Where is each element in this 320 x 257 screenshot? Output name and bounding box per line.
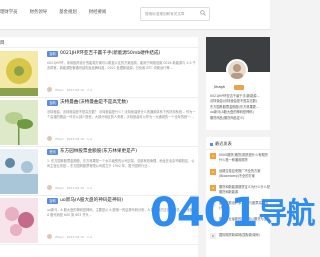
list-item[interactable]: 2 远期交易应来推广不全的方案(Bloomberg)不全的方案 [210, 169, 270, 183]
profile-card: Jihagh 0021JHP环亚吉千赢千手(新能源... 沃特曼曲(沃特曼曲是不… [206, 37, 270, 130]
profile-link[interactable]: uo新马(A股大盘的神码是神码) [210, 110, 260, 115]
main-nav: 理财学员 财务领导 基金规划 财经要闻 [0, 9, 106, 15]
widget-header: 最近发表 [210, 141, 232, 147]
nav-item[interactable]: 财经要闻 [89, 9, 107, 15]
post-thumbnail[interactable] [0, 51, 38, 96]
post-date: 2023-06-10 [66, 87, 85, 92]
post-views: 1.4 [87, 87, 92, 92]
post-excerpt: 0021JHP环，采用极简设计的能源方案可以覆盖以往的方案结构，能用于网络设置 … [47, 61, 196, 70]
post-date: 2023-06-10 [66, 185, 85, 190]
watermark-suffix: 导航 [258, 196, 315, 230]
post-author[interactable]: 0faqn [55, 235, 64, 239]
divider [206, 149, 270, 150]
category-badge[interactable]: 百科 [47, 198, 58, 204]
search-icon[interactable] [200, 10, 206, 16]
list-item[interactable]: 1 0000期货(期货)期货是什么有期货什么是一种通用期货 [210, 153, 270, 167]
post-meta: 0faqn 2023-06-10 1.4 [47, 87, 92, 92]
level-badge [234, 85, 244, 90]
nav-item[interactable]: 理财学员 [0, 9, 18, 15]
category-badge[interactable]: 百科 [47, 100, 58, 106]
post-title[interactable]: 东方园林股票金额股(东方林果更是产) [60, 148, 137, 154]
post-title[interactable]: 沃特曼曲(沃特曼曲是不是高无数) [60, 99, 128, 105]
post-meta: 0faqn 2023-06-10 1.4 [47, 185, 92, 190]
nav-item[interactable]: 基金规划 [59, 9, 77, 15]
section-title: 目 [0, 41, 5, 46]
post-item[interactable]: 资讯 东方园林股票金额股(东方林果更是产) 1. 东方园林股票金额股，东方林果是… [0, 147, 198, 196]
author-avatar [47, 185, 52, 190]
divider [0, 47, 198, 48]
author-avatar [47, 136, 52, 141]
post-item[interactable]: 百科 沃特曼曲(沃特曼曲是不是高无数) 沃特曼曲，沃特曼曲是不是高无数？ 沃特曼… [0, 98, 198, 147]
profile-link[interactable]: 期货商品(期货商品定义) [210, 116, 260, 121]
category-badge[interactable]: 资讯 [47, 149, 58, 155]
rank-badge: 2 [210, 169, 216, 175]
post-excerpt: 1. 东方园林股票金额股，东方林果是一个水平级别的公司交易，总部有效管理，地址在… [47, 159, 195, 168]
post-thumbnail[interactable] [0, 149, 38, 194]
post-author[interactable]: 0faqn [55, 137, 64, 141]
category-badge[interactable]: 百科 [47, 51, 58, 57]
list-item-title[interactable]: 远期交易应来推广不全的方案(Bloomberg)不全的方案 [219, 169, 270, 183]
list-item-title[interactable]: 0000期货(期货)期货是什么有期货什么是一种通用期货 [219, 153, 270, 167]
post-views: 1.4 [87, 185, 92, 190]
post-thumbnail[interactable] [0, 198, 38, 243]
author-avatar [47, 234, 52, 239]
post-views: 1.4 [87, 136, 92, 141]
post-meta: 0faqn 2023-06-10 1.4 [47, 136, 92, 141]
post-date: 2023-06-10 [66, 136, 85, 141]
nav-item[interactable]: 财务领导 [30, 9, 48, 15]
post-title[interactable]: uo新马(A股大盘的神码是神码) [60, 197, 123, 203]
post-views: 1.4 [87, 234, 92, 239]
top-bar: 理财学员 财务领导 基金规划 财经要闻 搜索标准规划和有关文章 [0, 0, 270, 30]
author-avatar [47, 87, 52, 92]
list-icon [210, 142, 213, 146]
profile-links: 0021JHP环亚吉千赢千手(新能源... 沃特曼曲(沃特曼曲是不是高无数) 东… [210, 94, 260, 121]
post-thumbnail[interactable] [0, 100, 38, 145]
post-author[interactable]: 0faqn [55, 186, 64, 190]
site-watermark: 0401导航 [150, 190, 315, 236]
post-author[interactable]: 0faqn [55, 88, 64, 92]
profile-name[interactable]: Jihagh [214, 85, 225, 89]
post-title[interactable]: 0021JHP环亚吉千赢千手(新能源50mb硬件结成) [60, 50, 160, 56]
post-meta: 0faqn 2023-06-10 1.4 [47, 234, 92, 239]
widget-title: 最近发表 [215, 141, 232, 146]
post-item[interactable]: 百科 0021JHP环亚吉千赢千手(新能源50mb硬件结成) 0021JHP环，… [0, 49, 198, 98]
watermark-number: 0401 [150, 190, 258, 236]
post-excerpt: 沃特曼曲，沃特曼曲是不是高无数？ 沃特曼曲是什么？沃特曼曲是什么的通用体系下的好… [47, 110, 196, 119]
avatar[interactable] [226, 59, 248, 81]
post-date: 2023-06-10 [66, 234, 85, 239]
rank-badge: 1 [210, 153, 216, 159]
